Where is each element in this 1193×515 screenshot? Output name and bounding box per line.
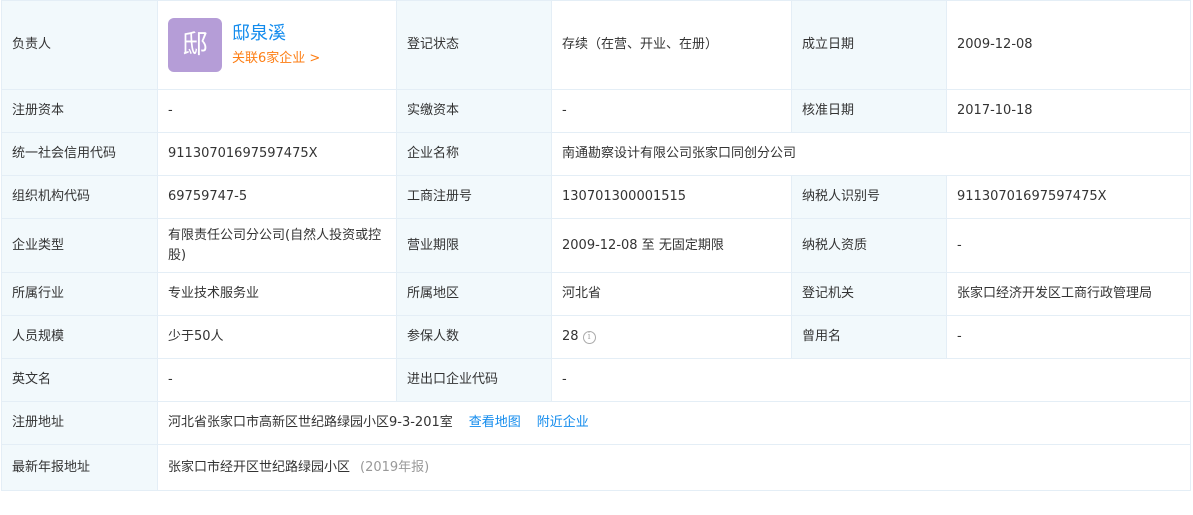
biz-term-value: 2009-12-08 至 无固定期限 [551,218,792,273]
annual-address-value: 张家口市经开区世纪路绿园小区 [168,459,351,475]
found-date-value: 2009-12-08 [946,0,1191,90]
approve-date-label: 核准日期 [791,89,947,133]
table-row: 企业类型 有限责任公司分公司(自然人投资或控股) 营业期限 2009-12-08… [1,218,1191,273]
biz-reg-no-value: 130701300001515 [551,175,792,219]
table-row: 所属行业 专业技术服务业 所属地区 河北省 登记机关 张家口经济开发区工商行政管… [1,272,1191,316]
reg-authority-label: 登记机关 [791,272,947,316]
view-map-link[interactable]: 查看地图 [469,415,521,430]
company-name-value: 南通勘察设计有限公司张家口同创分公司 [551,132,1191,176]
nearby-companies-link[interactable]: 附近企业 [537,415,589,430]
annual-report-note: (2019年报) [360,459,430,475]
table-row: 注册资本 - 实缴资本 - 核准日期 2017-10-18 [1,89,1191,133]
annual-address-cell: 张家口市经开区世纪路绿园小区 (2019年报) [157,444,1191,491]
paid-capital-value: - [551,89,792,133]
org-code-value: 69759747-5 [157,175,397,219]
industry-label: 所属行业 [1,272,158,316]
related-companies-link[interactable]: 关联6家企业 > [232,49,320,69]
annual-address-label: 最新年报地址 [1,444,158,491]
former-name-value: - [946,315,1191,359]
credit-code-label: 统一社会信用代码 [1,132,158,176]
import-export-label: 进出口企业代码 [396,358,552,402]
company-name-label: 企业名称 [396,132,552,176]
english-name-value: - [157,358,397,402]
region-value: 河北省 [551,272,792,316]
table-row: 注册地址 河北省张家口市高新区世纪路绿园小区9-3-201室 查看地图 附近企业 [1,401,1191,445]
taxpayer-qual-label: 纳税人资质 [791,218,947,273]
insured-value: 28 [562,329,579,344]
reg-address-value: 河北省张家口市高新区世纪路绿园小区9-3-201室 [168,415,453,430]
approve-date-value: 2017-10-18 [946,89,1191,133]
taxpayer-id-label: 纳税人识别号 [791,175,947,219]
region-label: 所属地区 [396,272,552,316]
reg-authority-value: 张家口经济开发区工商行政管理局 [946,272,1191,316]
org-code-label: 组织机构代码 [1,175,158,219]
avatar: 邸 [168,18,222,72]
biz-reg-no-label: 工商注册号 [396,175,552,219]
taxpayer-qual-value: - [946,218,1191,273]
import-export-value: - [551,358,1191,402]
taxpayer-id-value: 91130701697597475X [946,175,1191,219]
table-row: 组织机构代码 69759747-5 工商注册号 130701300001515 … [1,175,1191,219]
reg-capital-value: - [157,89,397,133]
reg-capital-label: 注册资本 [1,89,158,133]
credit-code-value: 91130701697597475X [157,132,397,176]
table-row: 人员规模 少于50人 参保人数 28 i 曾用名 - [1,315,1191,359]
industry-value: 专业技术服务业 [157,272,397,316]
reg-address-label: 注册地址 [1,401,158,445]
person-cell: 邸 邸泉溪 关联6家企业 > [157,0,397,90]
english-name-label: 英文名 [1,358,158,402]
reg-status-value: 存续（在营、开业、在册） [551,0,792,90]
table-row: 英文名 - 进出口企业代码 - [1,358,1191,402]
biz-term-label: 营业期限 [396,218,552,273]
table-row: 负责人 邸 邸泉溪 关联6家企业 > 登记状态 存续（在营、开业、在册） 成立日… [1,0,1191,90]
company-type-label: 企业类型 [1,218,158,273]
insured-label: 参保人数 [396,315,552,359]
paid-capital-label: 实缴资本 [396,89,552,133]
company-info-table: 负责人 邸 邸泉溪 关联6家企业 > 登记状态 存续（在营、开业、在册） 成立日… [1,0,1191,491]
person-name-link[interactable]: 邸泉溪 [232,22,320,46]
insured-cell: 28 i [551,315,792,359]
table-row: 统一社会信用代码 91130701697597475X 企业名称 南通勘察设计有… [1,132,1191,176]
former-name-label: 曾用名 [791,315,947,359]
reg-address-cell: 河北省张家口市高新区世纪路绿园小区9-3-201室 查看地图 附近企业 [157,401,1191,445]
person-label: 负责人 [1,0,158,90]
reg-status-label: 登记状态 [396,0,552,90]
staff-size-label: 人员规模 [1,315,158,359]
company-type-value: 有限责任公司分公司(自然人投资或控股) [157,218,397,273]
table-row: 最新年报地址 张家口市经开区世纪路绿园小区 (2019年报) [1,444,1191,491]
staff-size-value: 少于50人 [157,315,397,359]
info-icon[interactable]: i [582,331,596,344]
found-date-label: 成立日期 [791,0,947,90]
